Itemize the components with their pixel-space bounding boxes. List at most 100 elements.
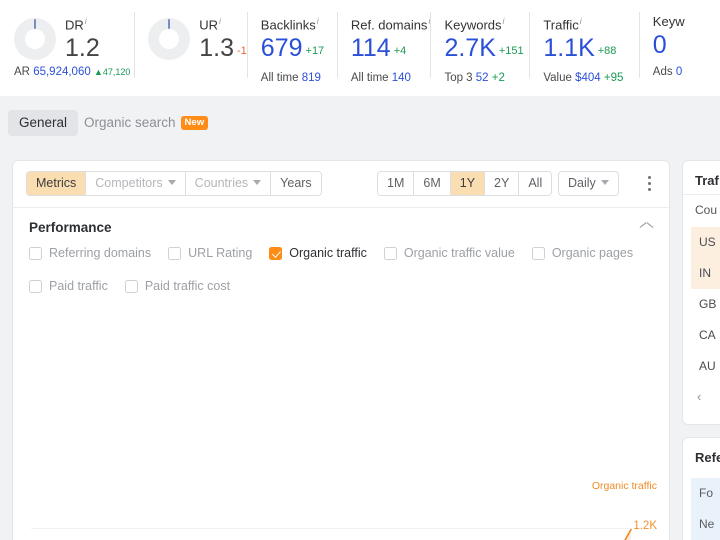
metric-keywords: Keywordsi 2.7K+151 Top 3 52 +2 [430, 0, 529, 96]
checkbox-paid-traffic[interactable]: Paid traffic [29, 279, 108, 293]
metric-delta: -1 [237, 45, 247, 57]
info-icon[interactable]: i [85, 16, 87, 26]
table-row[interactable]: Fo [691, 478, 720, 509]
metrics-button[interactable]: Metrics [27, 172, 86, 195]
metric-label: Ref. domainsi [351, 14, 431, 32]
metric-value: 679+17 [261, 33, 337, 66]
section-tabs: General Organic search New [0, 110, 720, 150]
table-row[interactable]: AU [691, 351, 720, 382]
metric-value: 1.1K+88 [543, 33, 638, 66]
new-badge: New [181, 116, 209, 130]
filter-button-group: Metrics Competitors Countries Years [26, 171, 322, 196]
checkbox-url-rating[interactable]: URL Rating [168, 246, 252, 260]
panel-column-header: Cou [695, 203, 717, 217]
performance-heading: Performance [29, 220, 112, 235]
metric-label: Keywordsi [444, 14, 529, 32]
collapse-chevron-up-icon[interactable] [640, 223, 653, 231]
metric-traffic: Traffici 1.1K+88 Value $404 +95 [529, 0, 638, 96]
performance-chart-card: Metrics Competitors Countries Years 1M 6… [12, 160, 670, 540]
checkbox-box [269, 247, 282, 260]
countries-dropdown[interactable]: Countries [186, 172, 272, 195]
referring-panel: Refe Fo Ne [682, 437, 720, 540]
chart-plot-area [13, 479, 671, 540]
ur-gauge [148, 18, 190, 60]
info-icon[interactable]: i [503, 16, 505, 26]
metric-label: URi [199, 14, 247, 32]
table-row[interactable]: Ne [691, 509, 720, 540]
tab-organic-search[interactable]: Organic search New [73, 110, 219, 136]
chart-toolbar: Metrics Competitors Countries Years 1M 6… [13, 161, 669, 207]
site-metrics-bar: DRi 1.2 URi 1.3-1 Backlinksi 679+17 All … [0, 0, 720, 96]
range-2y[interactable]: 2Y [485, 172, 519, 195]
date-range-group: 1M 6M 1Y 2Y All [377, 171, 552, 196]
checkbox-box [168, 247, 181, 260]
metric-subline: Top 3 52 +2 [444, 72, 529, 84]
more-options-button[interactable] [641, 171, 657, 196]
panel-title: Refe [695, 450, 720, 465]
range-6m[interactable]: 6M [414, 172, 450, 195]
table-row[interactable]: GB [691, 289, 720, 320]
table-row[interactable]: IN [691, 258, 720, 289]
tab-general[interactable]: General [8, 110, 78, 136]
chevron-down-icon [601, 180, 609, 185]
chevron-down-icon [168, 180, 176, 185]
checkbox-organic-traffic-value[interactable]: Organic traffic value [384, 246, 515, 260]
checkbox-box [29, 280, 42, 293]
range-1y[interactable]: 1Y [451, 172, 485, 195]
ahrefs-rank-line: AR 65,924,060 ▲47,120 [14, 66, 130, 78]
toolbar-divider [13, 207, 671, 208]
panel-title: Traf [695, 173, 719, 188]
metric-value: 2.7K+151 [444, 33, 529, 66]
checkbox-referring-domains[interactable]: Referring domains [29, 246, 151, 260]
metric-delta: +4 [394, 45, 407, 57]
metric-subline: All time 140 [351, 72, 431, 84]
metric-value: 114+4 [351, 33, 431, 66]
dr-gauge [14, 18, 56, 60]
range-1m[interactable]: 1M [378, 172, 414, 195]
competitors-dropdown[interactable]: Competitors [86, 172, 185, 195]
range-all[interactable]: All [519, 172, 551, 195]
info-icon[interactable]: i [219, 16, 221, 26]
metric-dr: DRi 1.2 [0, 0, 134, 96]
table-row[interactable]: US [691, 227, 720, 258]
granularity-dropdown[interactable]: Daily [558, 171, 619, 196]
metric-ref-domains: Ref. domainsi 114+4 All time 140 [337, 0, 431, 96]
checkbox-organic-traffic[interactable]: Organic traffic [269, 246, 367, 260]
metric-value: 0 [653, 30, 720, 60]
checkbox-box [532, 247, 545, 260]
pager-prev-icon[interactable]: ‹ [697, 389, 701, 404]
metric-value: 1.3-1 [199, 33, 247, 66]
metric-delta: +151 [499, 45, 524, 57]
metric-checkbox-row-2: Paid traffic Paid traffic cost [29, 279, 247, 293]
chevron-down-icon [253, 180, 261, 185]
table-row[interactable]: CA [691, 320, 720, 351]
page-root: DRi 1.2 URi 1.3-1 Backlinksi 679+17 All … [0, 0, 720, 540]
metric-delta: +17 [306, 45, 325, 57]
metric-subline: Value $404 +95 [543, 72, 638, 84]
checkbox-organic-pages[interactable]: Organic pages [532, 246, 633, 260]
metric-label: Traffici [543, 14, 638, 32]
info-icon[interactable]: i [317, 16, 319, 26]
metric-value: 1.2 [65, 33, 100, 63]
metric-subline: All time 819 [261, 72, 337, 84]
tab-label: Organic search [84, 115, 176, 130]
metric-ur: URi 1.3-1 [134, 0, 247, 96]
checkbox-paid-traffic-cost[interactable]: Paid traffic cost [125, 279, 230, 293]
up-triangle-icon: ▲ [94, 67, 103, 77]
checkbox-box [125, 280, 138, 293]
organic-traffic-chart: Organic traffic 1.2K 900 600 300 aGaaGGG… [13, 479, 671, 540]
years-button[interactable]: Years [271, 172, 321, 195]
metric-checkbox-row-1: Referring domains URL Rating Organic tra… [29, 246, 650, 260]
traffic-share-panel: Traf Cou US IN GB CA AU ‹ [682, 160, 720, 425]
metric-keywords-paid: Keyw 0 Ads 0 [639, 0, 720, 96]
checkbox-box [29, 247, 42, 260]
tab-label: General [19, 115, 67, 130]
checkbox-box [384, 247, 397, 260]
metric-label: Backlinksi [261, 14, 337, 32]
metric-subline: Ads 0 [653, 66, 720, 78]
info-icon[interactable]: i [580, 16, 582, 26]
metric-delta: +88 [598, 45, 617, 57]
metric-label: Keyw [653, 14, 720, 29]
metric-backlinks: Backlinksi 679+17 All time 819 [247, 0, 337, 96]
metric-label: DRi [65, 14, 100, 32]
